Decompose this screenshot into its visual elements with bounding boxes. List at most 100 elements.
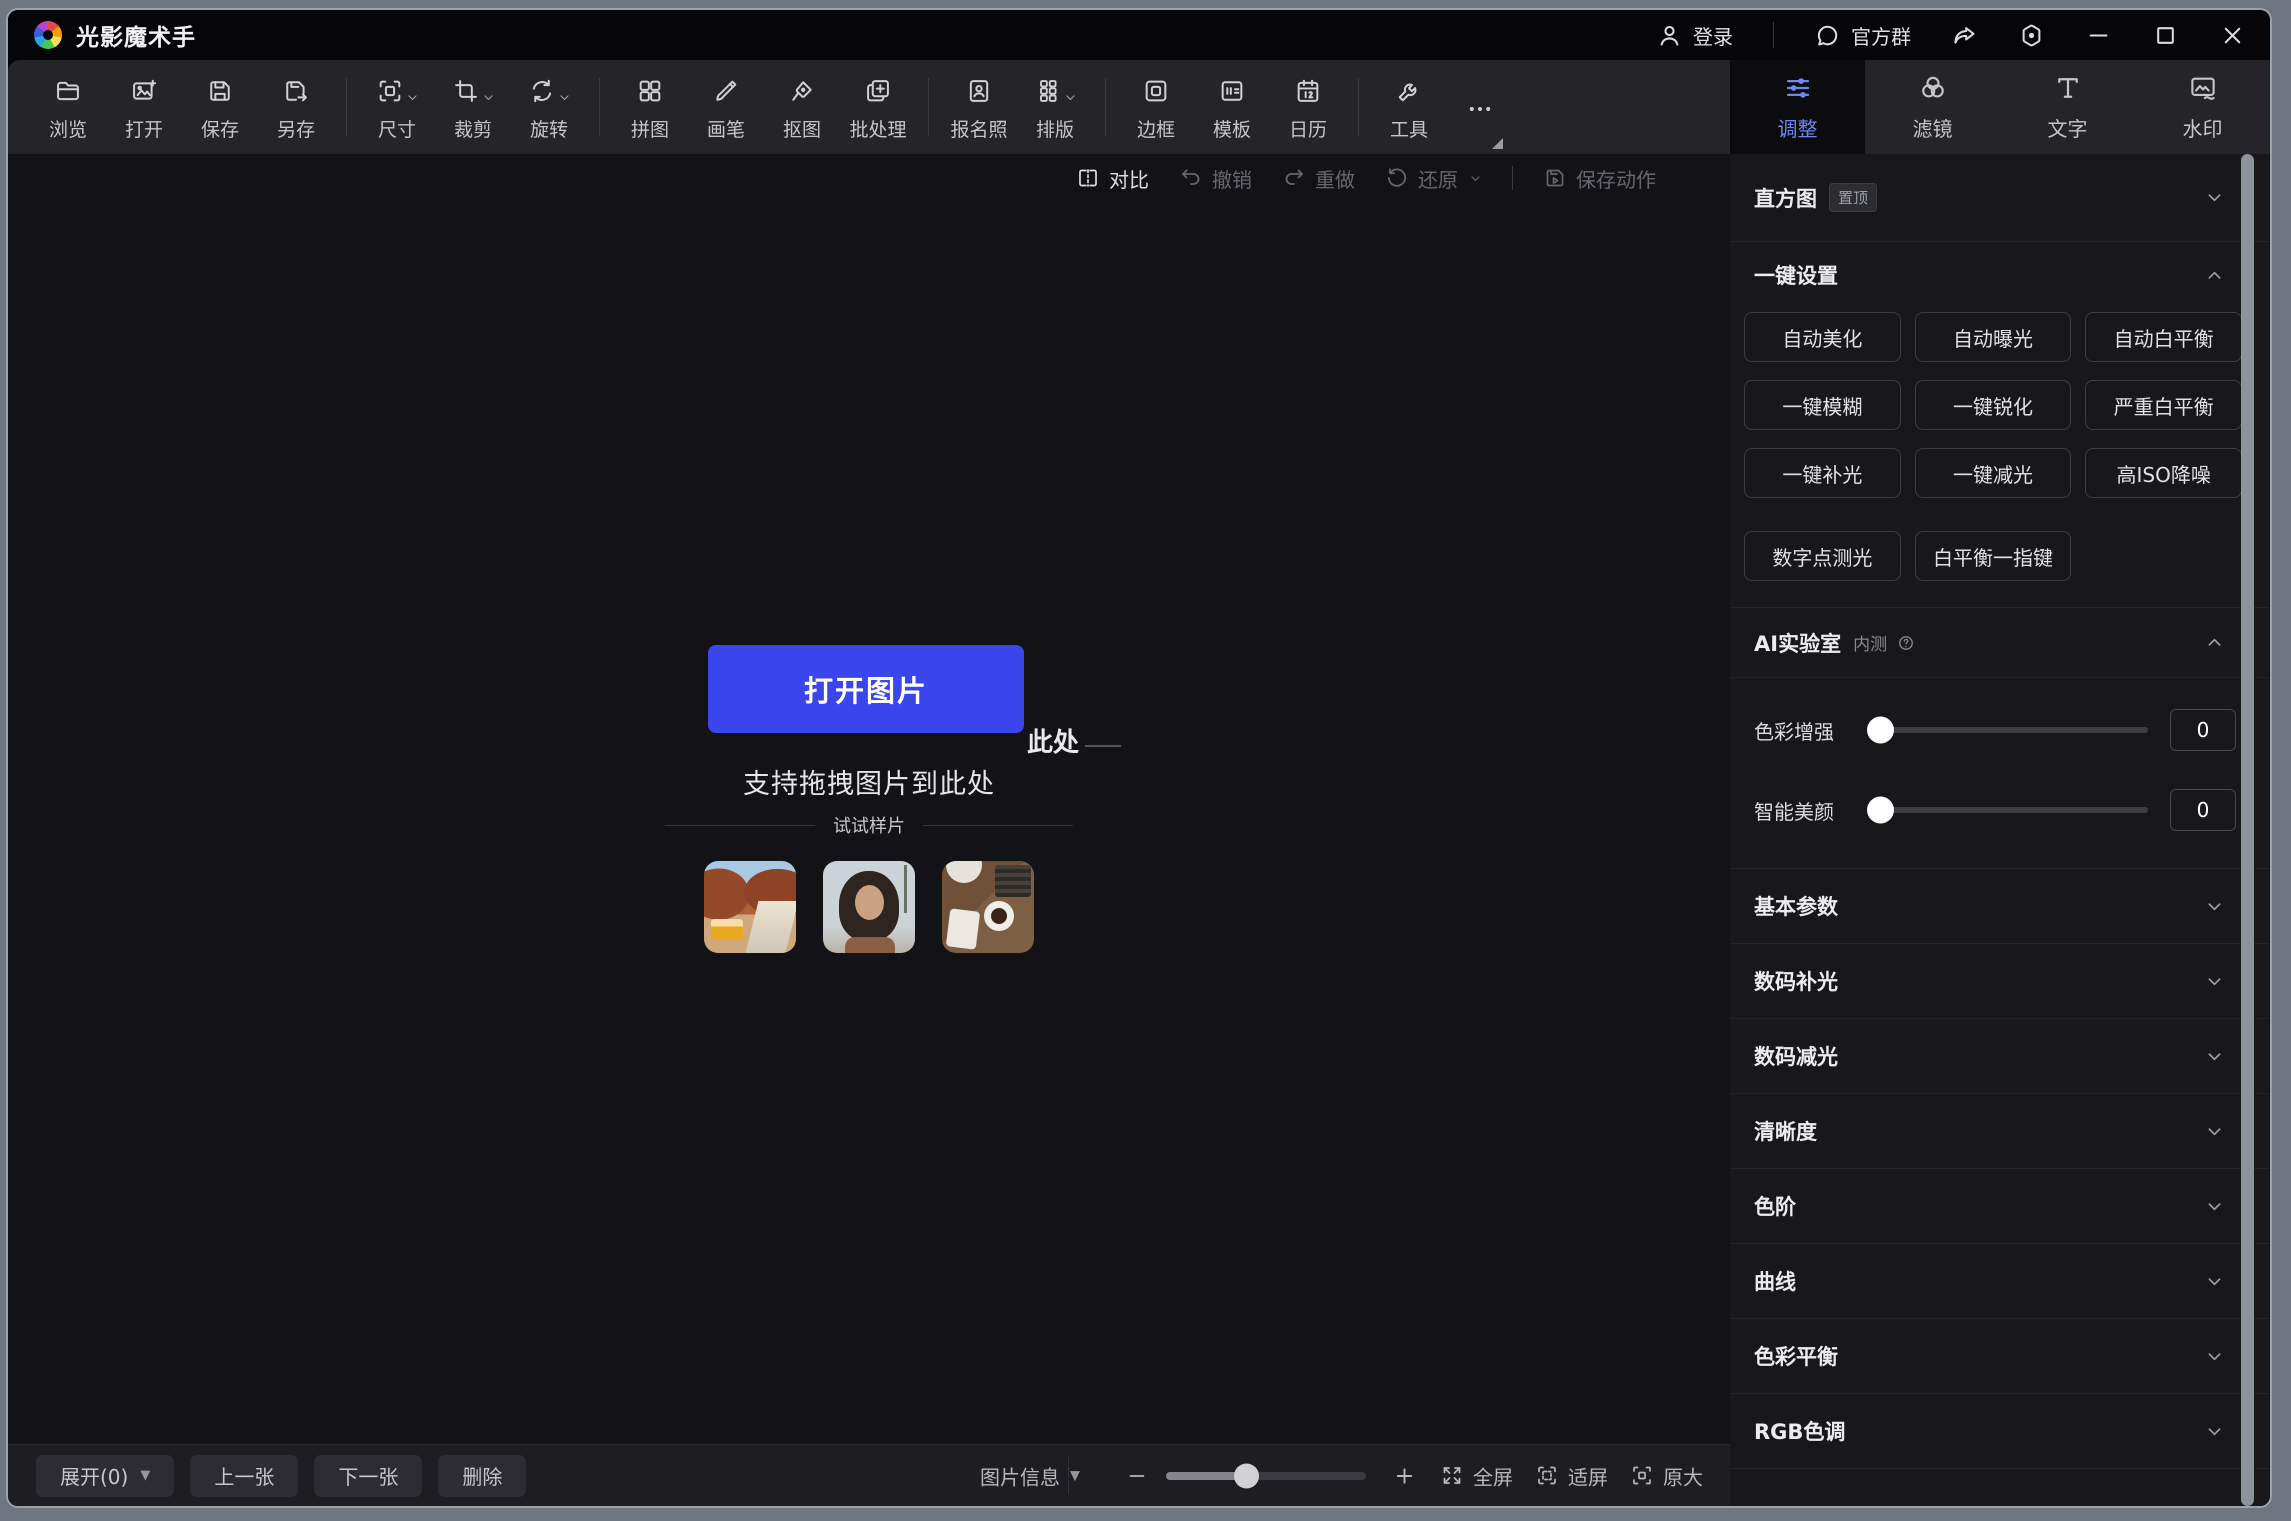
fullscreen-button[interactable]: 全屏: [1440, 1461, 1513, 1490]
minimize-button[interactable]: [2085, 22, 2112, 49]
smart-beauty-value[interactable]: 0: [2170, 789, 2236, 831]
toolbar-id-photo[interactable]: 报名照: [941, 73, 1017, 142]
zoom-in-button[interactable]: [1393, 1464, 1416, 1487]
sample-thumb-canyon-bus[interactable]: [704, 861, 796, 953]
restore-button[interactable]: 还原: [1385, 164, 1482, 193]
one-click-fill-light-button[interactable]: 一键补光: [1744, 448, 1901, 498]
toolbar-more[interactable]: [1447, 91, 1513, 123]
histogram-section-header[interactable]: 直方图 置顶: [1730, 154, 2270, 242]
one-click-section-header[interactable]: 一键设置: [1730, 242, 2270, 308]
chevron-down-icon: [2205, 972, 2224, 991]
sample-thumb-desk[interactable]: [942, 861, 1034, 953]
smart-beauty-slider[interactable]: [1870, 807, 2148, 813]
zoom-out-button[interactable]: [1126, 1465, 1148, 1487]
toolbar-calendar[interactable]: 日历: [1270, 73, 1346, 142]
section-curves[interactable]: 曲线: [1730, 1244, 2270, 1319]
settings-gear-icon[interactable]: [2018, 22, 2045, 49]
divider-line: [665, 825, 815, 826]
pin-top-badge: 置顶: [1829, 183, 1877, 212]
panel-scrollbar[interactable]: [2241, 154, 2254, 1506]
fit-screen-button[interactable]: 适屏: [1535, 1461, 1608, 1490]
ai-lab-section-header[interactable]: AI实验室 内测: [1730, 608, 2270, 678]
chevron-down-icon: [2205, 1272, 2224, 1291]
slider-thumb[interactable]: [1867, 717, 1894, 744]
image-plus-icon: [130, 77, 158, 105]
previous-image-button[interactable]: 上一张: [190, 1455, 298, 1497]
section-digital-dim-light[interactable]: 数码减光: [1730, 1019, 2270, 1094]
auto-beautify-button[interactable]: 自动美化: [1744, 312, 1901, 362]
toolbar-cutout[interactable]: 抠图: [764, 73, 840, 142]
delete-image-button[interactable]: 删除: [438, 1455, 526, 1497]
section-color-balance[interactable]: 色彩平衡: [1730, 1319, 2270, 1394]
sample-thumb-portrait[interactable]: [823, 861, 915, 953]
one-click-sharpen-button[interactable]: 一键锐化: [1915, 380, 2072, 430]
zoom-slider[interactable]: [1166, 1472, 1366, 1480]
help-question-icon[interactable]: [1897, 634, 1915, 652]
crop-icon: [452, 77, 480, 105]
white-balance-one-key-button[interactable]: 白平衡一指键: [1915, 531, 2072, 581]
section-basic-params[interactable]: 基本参数: [1730, 869, 2270, 944]
high-iso-denoise-button[interactable]: 高ISO降噪: [2085, 448, 2242, 498]
official-group-button[interactable]: 官方群: [1814, 21, 1911, 50]
app-window: 光影魔术手 登录 官方群 浏览: [6, 8, 2272, 1508]
section-levels[interactable]: 色阶: [1730, 1169, 2270, 1244]
toolbar-browse[interactable]: 浏览: [30, 73, 106, 142]
toolbar-resize[interactable]: 尺寸: [359, 73, 435, 142]
image-info-dropdown[interactable]: 图片信息 ▼: [980, 1461, 1080, 1490]
actual-size-button[interactable]: 原大: [1630, 1461, 1703, 1490]
auto-white-balance-button[interactable]: 自动白平衡: [2085, 312, 2242, 362]
section-clarity[interactable]: 清晰度: [1730, 1094, 2270, 1169]
tab-watermark[interactable]: 水印: [2135, 60, 2270, 154]
severe-white-balance-button[interactable]: 严重白平衡: [2085, 380, 2242, 430]
toolbar-batch[interactable]: 批处理: [840, 73, 916, 142]
login-label: 登录: [1693, 21, 1733, 50]
next-image-button[interactable]: 下一张: [314, 1455, 422, 1497]
auto-exposure-button[interactable]: 自动曝光: [1915, 312, 2072, 362]
toolbar-template[interactable]: 模板: [1194, 73, 1270, 142]
section-digital-fill-light[interactable]: 数码补光: [1730, 944, 2270, 1019]
sample-thumbnails: [704, 861, 1034, 953]
close-button[interactable]: [2219, 22, 2246, 49]
brush-icon: [712, 77, 740, 105]
toolbar-brush[interactable]: 画笔: [688, 73, 764, 142]
beta-badge: 内测: [1853, 630, 1887, 655]
tab-filter[interactable]: 滤镜: [1865, 60, 2000, 154]
color-enhance-slider[interactable]: [1870, 727, 2148, 733]
fullscreen-icon: [1440, 1464, 1464, 1488]
color-enhance-value[interactable]: 0: [2170, 709, 2236, 751]
redo-button[interactable]: 重做: [1282, 164, 1355, 193]
digital-spot-metering-button[interactable]: 数字点测光: [1744, 531, 1901, 581]
adjust-panel: 直方图 置顶 一键设置 自动美化 自动曝光 自动白平衡 一键模糊 一键锐化 严重…: [1730, 154, 2270, 1506]
compare-icon: [1076, 166, 1100, 190]
slider-thumb[interactable]: [1867, 797, 1894, 824]
editor-column: 对比 撤销 重做 还原 保存动作: [8, 154, 1730, 1506]
maximize-button[interactable]: [2152, 22, 2179, 49]
toolbar-tools[interactable]: 工具: [1371, 73, 1447, 142]
tab-adjust[interactable]: 调整: [1730, 60, 1865, 154]
toolbar-border[interactable]: 边框: [1118, 73, 1194, 142]
toolbar-save-as[interactable]: 另存: [258, 73, 334, 142]
save-action-button[interactable]: 保存动作: [1543, 164, 1656, 193]
zoom-slider-thumb[interactable]: [1234, 1463, 1259, 1488]
toolbar-rotate[interactable]: 旋转: [511, 73, 587, 142]
right-panel-tabs: 调整 滤镜 文字 水印: [1730, 60, 2270, 154]
expand-dropdown[interactable]: 展开(0) ▼: [36, 1455, 174, 1497]
open-image-button[interactable]: 打开图片: [708, 645, 1024, 733]
tab-text[interactable]: 文字: [2000, 60, 2135, 154]
toolbar-band: 浏览 打开 保存 另存 尺寸 裁剪: [8, 60, 2270, 154]
login-button[interactable]: 登录: [1656, 21, 1733, 50]
toolbar-layout[interactable]: 排版: [1017, 73, 1093, 142]
toolbar-collage[interactable]: 拼图: [612, 73, 688, 142]
undo-button[interactable]: 撤销: [1179, 164, 1252, 193]
one-click-blur-button[interactable]: 一键模糊: [1744, 380, 1901, 430]
save-as-icon: [282, 77, 310, 105]
section-rgb-tone[interactable]: RGB色调: [1730, 1394, 2270, 1469]
share-icon[interactable]: [1951, 22, 1978, 49]
toolbar-save[interactable]: 保存: [182, 73, 258, 142]
pen-nib-icon: [788, 77, 816, 105]
chevron-up-icon: [2205, 633, 2224, 652]
one-click-dim-light-button[interactable]: 一键减光: [1915, 448, 2072, 498]
toolbar-open[interactable]: 打开: [106, 73, 182, 142]
toolbar-crop[interactable]: 裁剪: [435, 73, 511, 142]
compare-button[interactable]: 对比: [1076, 164, 1149, 193]
